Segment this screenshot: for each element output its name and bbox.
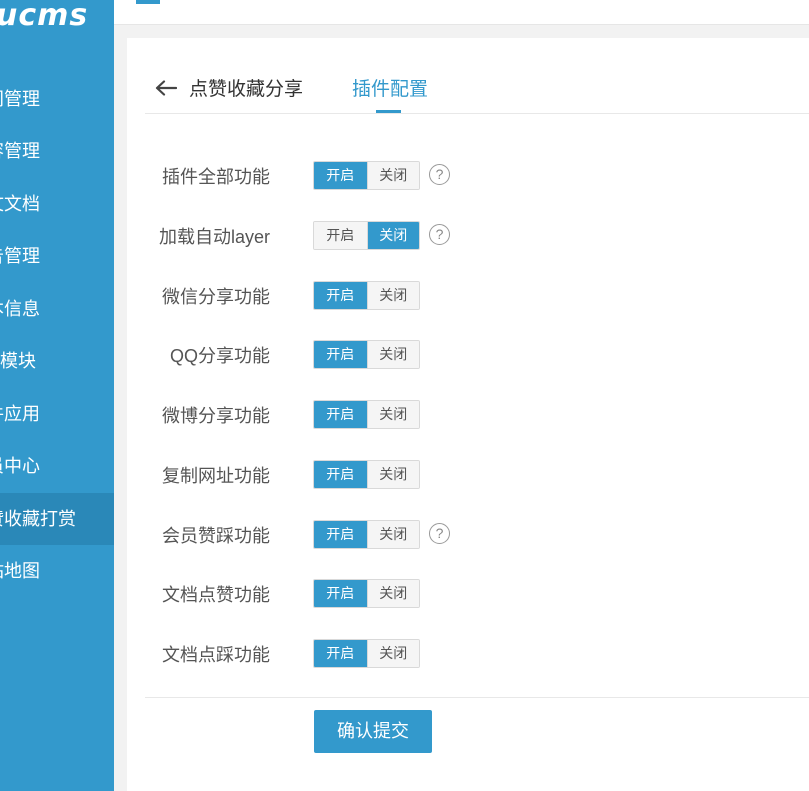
sidebar-item-label: 文文档 [0, 194, 40, 214]
help-icon[interactable]: ? [429, 224, 450, 245]
option-off[interactable]: 关闭 [366, 162, 419, 189]
topbar-indicator [136, 0, 160, 4]
logo: ucms [0, 0, 89, 33]
form-row: 微博分享功能 开启 关闭 [127, 400, 809, 430]
help-icon[interactable]: ? [429, 523, 450, 544]
divider [145, 697, 809, 698]
sidebar-item[interactable]: 件应用 [0, 388, 114, 440]
top-bar [114, 0, 809, 25]
toggle-switch[interactable]: 开启 关闭 [313, 221, 420, 250]
field-label: 文档点赞功能 [162, 585, 270, 605]
form-row: 加载自动layer 开启 关闭 ? [127, 221, 809, 251]
option-on[interactable]: 开启 [314, 580, 367, 607]
toggle-switch[interactable]: 开启 关闭 [313, 639, 420, 668]
option-off[interactable]: 关闭 [366, 580, 419, 607]
field-label: 加载自动layer [158, 227, 270, 247]
sidebar-item[interactable]: 间管理 [0, 73, 114, 125]
arrow-left-icon[interactable] [155, 80, 177, 96]
option-on[interactable]: 开启 [314, 640, 367, 667]
sidebar-item-label: O模块 [0, 351, 37, 371]
form-row: 文档点赞功能 开启 关闭 [127, 579, 809, 609]
option-off[interactable]: 关闭 [366, 401, 419, 428]
option-on[interactable]: 开启 [314, 162, 367, 189]
sidebar-item-active[interactable]: 赞收藏打赏 [0, 493, 114, 545]
sidebar-item-label: 员中心 [0, 456, 40, 476]
option-off[interactable]: 关闭 [366, 640, 419, 667]
option-off[interactable]: 关闭 [366, 341, 419, 368]
sidebar-item-label: 本信息 [0, 299, 40, 319]
field-label: 插件全部功能 [162, 167, 270, 187]
sidebar-item[interactable]: O模块 [0, 335, 114, 387]
field-label: QQ分享功能 [169, 346, 270, 366]
toggle-switch[interactable]: 开启 关闭 [313, 281, 420, 310]
sidebar-item[interactable]: 本信息 [0, 283, 114, 335]
sidebar-item[interactable]: 站地图 [0, 545, 114, 597]
toggle-switch[interactable]: 开启 关闭 [313, 400, 420, 429]
sidebar-item[interactable]: 员中心 [0, 440, 114, 492]
sidebar-item[interactable]: 告管理 [0, 230, 114, 282]
sidebar-item-label: 间管理 [0, 89, 40, 109]
option-off[interactable]: 关闭 [366, 222, 419, 249]
sidebar-item-label: 告管理 [0, 246, 40, 266]
sidebar-item[interactable]: 容管理 [0, 125, 114, 177]
submit-button[interactable]: 确认提交 [314, 710, 432, 753]
sidebar-item-label: 赞收藏打赏 [0, 509, 76, 529]
sidebar: ucms 间管理 容管理 文文档 告管理 本信息 O模块 件应用 员中心 赞收藏… [0, 0, 114, 791]
form-row: 微信分享功能 开启 关闭 [127, 281, 809, 311]
field-label: 微信分享功能 [162, 287, 270, 307]
form-row: 会员赞踩功能 开启 关闭 ? [127, 520, 809, 550]
form-row: 文档点踩功能 开启 关闭 [127, 639, 809, 669]
option-off[interactable]: 关闭 [366, 282, 419, 309]
field-label: 微博分享功能 [162, 406, 270, 426]
sidebar-item[interactable]: 文文档 [0, 178, 114, 230]
form-row: QQ分享功能 开启 关闭 [127, 340, 809, 370]
option-on[interactable]: 开启 [314, 461, 367, 488]
toggle-switch[interactable]: 开启 关闭 [313, 340, 420, 369]
option-off[interactable]: 关闭 [366, 461, 419, 488]
option-on[interactable]: 开启 [314, 401, 367, 428]
option-on[interactable]: 开启 [314, 341, 367, 368]
field-label: 复制网址功能 [162, 466, 270, 486]
sidebar-item-label: 站地图 [0, 561, 40, 581]
divider [145, 113, 809, 114]
option-on[interactable]: 开启 [314, 521, 367, 548]
sidebar-item-label: 容管理 [0, 141, 40, 161]
page-title: 点赞收藏分享 [189, 79, 304, 100]
option-on[interactable]: 开启 [314, 222, 367, 249]
option-off[interactable]: 关闭 [366, 521, 419, 548]
main-panel: 点赞收藏分享 插件配置 插件全部功能 开启 关闭 ? 加载自动layer 开启 … [127, 38, 809, 791]
toggle-switch[interactable]: 开启 关闭 [313, 161, 420, 190]
option-on[interactable]: 开启 [314, 282, 367, 309]
sidebar-item-label: 件应用 [0, 404, 40, 424]
toggle-switch[interactable]: 开启 关闭 [313, 579, 420, 608]
field-label: 文档点踩功能 [162, 645, 270, 665]
toggle-switch[interactable]: 开启 关闭 [313, 520, 420, 549]
form-row: 插件全部功能 开启 关闭 ? [127, 161, 809, 191]
field-label: 会员赞踩功能 [162, 526, 270, 546]
help-icon[interactable]: ? [429, 164, 450, 185]
tab-plugin-config[interactable]: 插件配置 [352, 74, 428, 101]
toggle-switch[interactable]: 开启 关闭 [313, 460, 420, 489]
form-row: 复制网址功能 开启 关闭 [127, 460, 809, 490]
